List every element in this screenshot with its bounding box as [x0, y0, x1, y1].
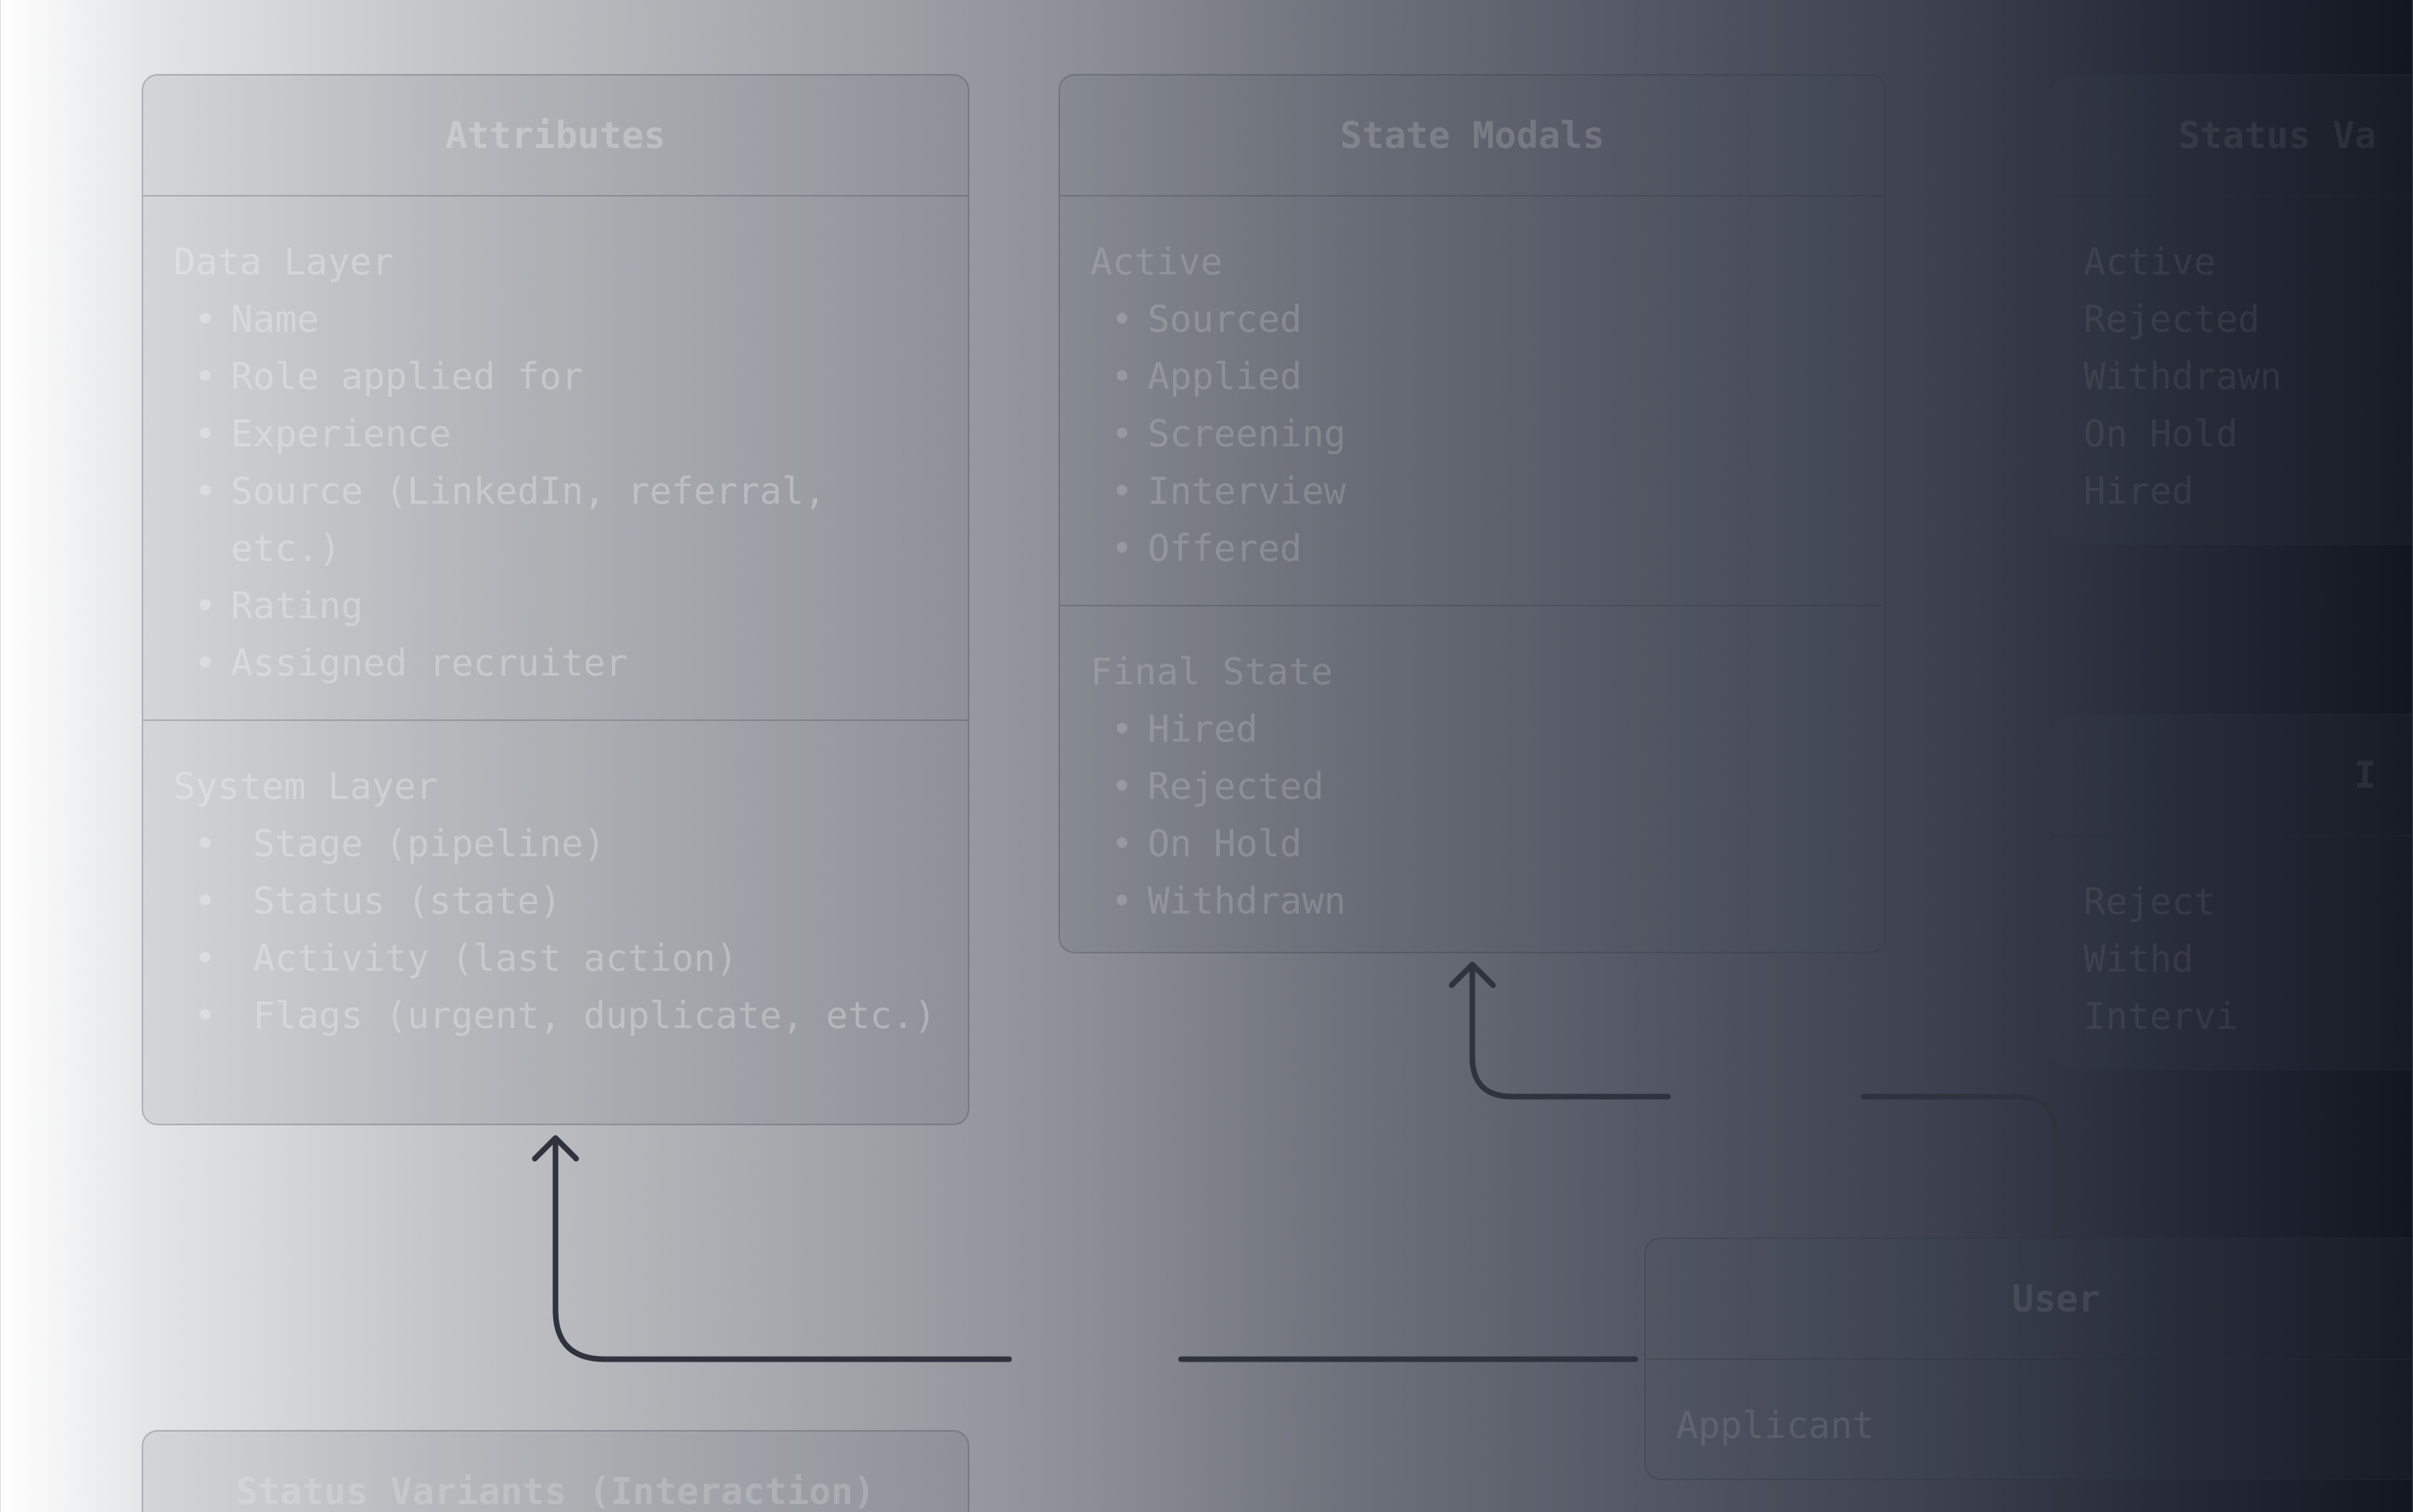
- arrowhead-state-modals: [1448, 961, 1496, 988]
- list-item: Experience: [173, 405, 938, 462]
- list-item: Interview: [1090, 462, 1854, 520]
- list-item: Assigned recruiter: [173, 634, 938, 692]
- list-item: On Hold: [2084, 412, 2238, 455]
- list-item: Sourced: [1090, 290, 1854, 348]
- connector-user-to-state-modals: [1861, 1093, 2060, 1233]
- list-item: Stage (pipeline): [173, 815, 938, 872]
- system-layer-list: Stage (pipeline) Status (state) Activity…: [173, 815, 938, 1044]
- user-list: Applicant: [1646, 1360, 2413, 1479]
- list-item: Intervi: [2084, 995, 2238, 1038]
- data-layer-list: Name Role applied for Experience Source …: [173, 290, 938, 692]
- list-item: Applied: [1090, 348, 1854, 405]
- list-item: Withd: [2084, 937, 2194, 980]
- data-layer-section: Data Layer Name Role applied for Experie…: [143, 197, 968, 719]
- interaction-partial-title-text: I: [2354, 754, 2376, 797]
- list-item: Withdrawn: [1090, 872, 1854, 929]
- list-item: On Hold: [1090, 815, 1854, 872]
- active-section: Active Sourced Applied Screening Intervi…: [1060, 197, 1885, 605]
- connector-state-modals-segment: [1469, 964, 1671, 1100]
- list-item: Applicant: [1676, 1404, 1875, 1447]
- state-modals-box: State Modals Active Sourced Applied Scre…: [1058, 74, 1886, 953]
- final-state-list: Hired Rejected On Hold Withdrawn: [1090, 700, 1854, 929]
- status-variants-right-box: Status Va Active Rejected Withdrawn On H…: [2052, 74, 2413, 545]
- list-item: Hired: [1090, 700, 1854, 758]
- system-layer-section: System Layer Stage (pipeline) Status (st…: [143, 719, 968, 1073]
- interaction-partial-box: I Reject Withd Intervi: [2052, 714, 2413, 1070]
- active-title: Active: [1090, 240, 1223, 283]
- status-variants-right-title: Status Va: [2053, 76, 2413, 197]
- list-item: Source (LinkedIn, referral, etc.): [173, 462, 938, 577]
- state-modals-title: State Modals: [1060, 76, 1885, 197]
- attributes-box: Attributes Data Layer Name Role applied …: [142, 74, 969, 1125]
- interaction-partial-title: I: [2053, 715, 2413, 836]
- data-layer-title: Data Layer: [173, 240, 394, 283]
- list-item: Hired: [2084, 470, 2194, 512]
- list-item: Offered: [1090, 520, 1854, 577]
- list-item: Rejected: [1090, 758, 1854, 815]
- arrowhead-attributes: [532, 1135, 579, 1162]
- attributes-title: Attributes: [143, 76, 968, 197]
- system-layer-title: System Layer: [173, 765, 439, 808]
- list-item: Activity (last action): [173, 929, 938, 987]
- user-box: User Applicant: [1644, 1237, 2413, 1480]
- list-item: Active: [2084, 240, 2216, 283]
- list-item: Role applied for: [173, 348, 938, 405]
- interaction-partial-list: Reject Withd Intervi: [2053, 836, 2413, 1069]
- user-title: User: [1646, 1239, 2413, 1360]
- connector-attributes-segment: [552, 1138, 1012, 1362]
- list-item: Flags (urgent, duplicate, etc.): [173, 987, 938, 1044]
- list-item: Reject: [2084, 880, 2216, 923]
- list-item: Rating: [173, 577, 938, 634]
- list-item: Rejected: [2084, 298, 2260, 341]
- status-variants-right-list: Active Rejected Withdrawn On Hold Hired: [2053, 197, 2413, 544]
- status-variants-bottom-box: Status Variants (Interaction): [142, 1430, 969, 1512]
- user-title-text: User: [2012, 1277, 2100, 1320]
- final-state-section: Final State Hired Rejected On Hold Withd…: [1060, 605, 1885, 952]
- list-item: Name: [173, 290, 938, 348]
- status-variants-bottom-title: Status Variants (Interaction): [143, 1432, 968, 1512]
- list-item: Withdrawn: [2084, 355, 2282, 398]
- final-state-title: Final State: [1090, 650, 1333, 693]
- list-item: Status (state): [173, 872, 938, 929]
- active-list: Sourced Applied Screening Interview Offe…: [1090, 290, 1854, 577]
- list-item: Screening: [1090, 405, 1854, 462]
- status-variants-right-title-text: Status Va: [2178, 114, 2377, 157]
